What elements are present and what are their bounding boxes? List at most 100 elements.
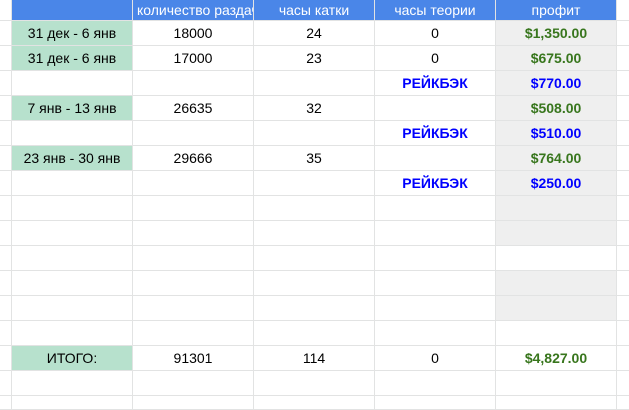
cell[interactable] xyxy=(375,246,496,271)
hands-cell[interactable] xyxy=(133,71,254,96)
cell[interactable] xyxy=(617,71,629,96)
header-play-hours[interactable]: часы катки xyxy=(254,0,375,21)
cell[interactable] xyxy=(617,171,629,196)
profit-cell[interactable]: $1,350.00 xyxy=(496,21,617,46)
theory-hours-cell[interactable] xyxy=(375,146,496,171)
header-hands[interactable]: количество раздач xyxy=(133,0,254,21)
cell[interactable] xyxy=(12,321,133,346)
cell[interactable] xyxy=(0,221,12,246)
cell[interactable] xyxy=(617,146,629,171)
cell[interactable] xyxy=(0,71,12,96)
cell[interactable] xyxy=(0,171,12,196)
cell[interactable] xyxy=(0,346,12,371)
total-profit[interactable]: $4,827.00 xyxy=(496,346,617,371)
period-cell[interactable] xyxy=(12,71,133,96)
cell[interactable] xyxy=(12,196,133,221)
cell[interactable] xyxy=(375,321,496,346)
cell[interactable] xyxy=(0,321,12,346)
total-label[interactable]: ИТОГО: xyxy=(12,346,133,371)
cell[interactable] xyxy=(0,371,12,396)
play-hours-cell[interactable] xyxy=(254,171,375,196)
rakeback-label[interactable]: РЕЙКБЭК xyxy=(375,171,496,196)
hands-cell[interactable]: 26635 xyxy=(133,96,254,121)
hands-cell[interactable]: 29666 xyxy=(133,146,254,171)
cell[interactable] xyxy=(133,296,254,321)
cell[interactable] xyxy=(375,296,496,321)
period-cell[interactable]: 31 дек - 6 янв xyxy=(12,21,133,46)
cell[interactable] xyxy=(0,21,12,46)
cell[interactable] xyxy=(254,221,375,246)
cell[interactable] xyxy=(0,0,12,21)
cell[interactable] xyxy=(617,296,629,321)
cell[interactable] xyxy=(12,396,133,410)
play-hours-cell[interactable] xyxy=(254,121,375,146)
cell[interactable] xyxy=(0,396,12,410)
cell[interactable] xyxy=(254,196,375,221)
cell[interactable] xyxy=(617,221,629,246)
header-profit[interactable]: профит xyxy=(496,0,617,21)
cell[interactable] xyxy=(375,396,496,410)
cell[interactable] xyxy=(617,346,629,371)
cell[interactable] xyxy=(0,271,12,296)
theory-hours-cell[interactable]: 0 xyxy=(375,46,496,71)
cell[interactable] xyxy=(12,371,133,396)
header-theory-hours[interactable]: часы теории xyxy=(375,0,496,21)
profit-cell[interactable]: $510.00 xyxy=(496,121,617,146)
cell[interactable] xyxy=(617,121,629,146)
cell[interactable] xyxy=(496,321,617,346)
cell[interactable] xyxy=(0,296,12,321)
cell[interactable] xyxy=(617,396,629,410)
cell[interactable] xyxy=(617,371,629,396)
cell[interactable] xyxy=(133,196,254,221)
cell[interactable] xyxy=(617,246,629,271)
cell[interactable] xyxy=(0,121,12,146)
hands-cell[interactable]: 17000 xyxy=(133,46,254,71)
cell[interactable] xyxy=(375,221,496,246)
hands-cell[interactable]: 18000 xyxy=(133,21,254,46)
cell[interactable] xyxy=(617,321,629,346)
total-theory-hours[interactable]: 0 xyxy=(375,346,496,371)
cell[interactable] xyxy=(254,246,375,271)
cell[interactable] xyxy=(496,221,617,246)
total-play-hours[interactable]: 114 xyxy=(254,346,375,371)
profit-cell[interactable]: $250.00 xyxy=(496,171,617,196)
cell[interactable] xyxy=(0,246,12,271)
cell[interactable] xyxy=(375,196,496,221)
cell[interactable] xyxy=(0,196,12,221)
profit-cell[interactable]: $764.00 xyxy=(496,146,617,171)
total-hands[interactable]: 91301 xyxy=(133,346,254,371)
cell[interactable] xyxy=(133,271,254,296)
cell[interactable] xyxy=(133,396,254,410)
cell[interactable] xyxy=(496,396,617,410)
hands-cell[interactable] xyxy=(133,171,254,196)
cell[interactable] xyxy=(375,271,496,296)
hands-cell[interactable] xyxy=(133,121,254,146)
cell[interactable] xyxy=(133,246,254,271)
cell[interactable] xyxy=(496,371,617,396)
cell[interactable] xyxy=(254,321,375,346)
cell[interactable] xyxy=(496,271,617,296)
cell[interactable] xyxy=(254,271,375,296)
period-cell[interactable]: 23 янв - 30 янв xyxy=(12,146,133,171)
cell[interactable] xyxy=(617,196,629,221)
play-hours-cell[interactable]: 23 xyxy=(254,46,375,71)
cell[interactable] xyxy=(496,246,617,271)
period-cell[interactable]: 7 янв - 13 янв xyxy=(12,96,133,121)
cell[interactable] xyxy=(254,296,375,321)
cell[interactable] xyxy=(617,21,629,46)
cell[interactable] xyxy=(0,46,12,71)
cell[interactable] xyxy=(12,0,133,21)
period-cell[interactable] xyxy=(12,121,133,146)
cell[interactable] xyxy=(496,296,617,321)
cell[interactable] xyxy=(133,371,254,396)
cell[interactable] xyxy=(496,196,617,221)
cell[interactable] xyxy=(617,46,629,71)
cell[interactable] xyxy=(12,246,133,271)
cell[interactable] xyxy=(12,296,133,321)
cell[interactable] xyxy=(133,321,254,346)
cell[interactable] xyxy=(12,221,133,246)
cell[interactable] xyxy=(0,146,12,171)
period-cell[interactable]: 31 дек - 6 янв xyxy=(12,46,133,71)
profit-cell[interactable]: $770.00 xyxy=(496,71,617,96)
cell[interactable] xyxy=(254,396,375,410)
